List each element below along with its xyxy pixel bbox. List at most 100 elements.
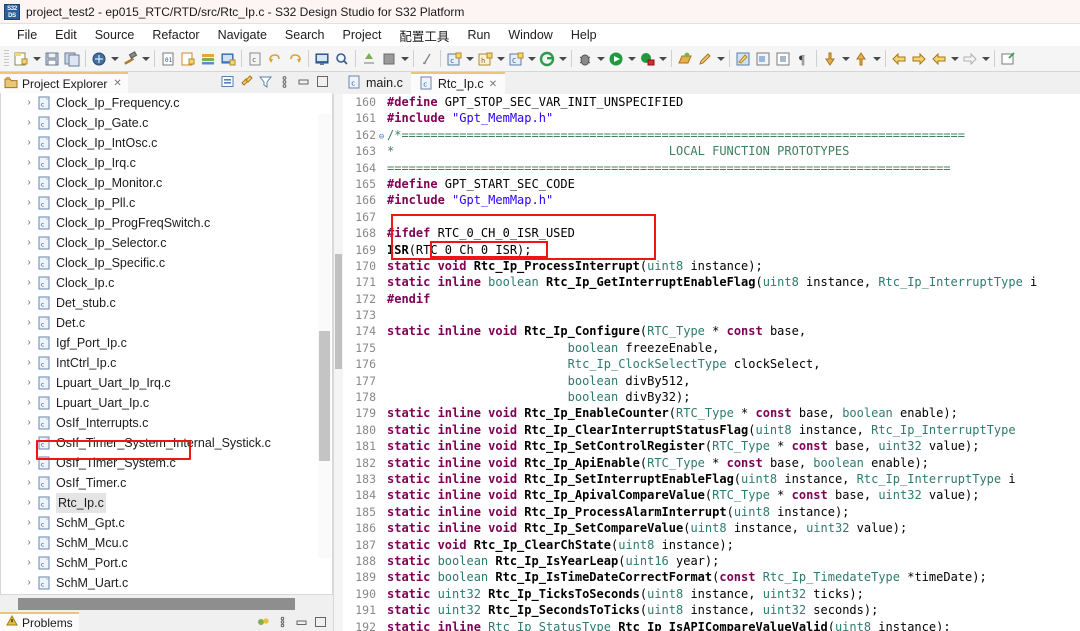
tree-item-file[interactable]: › c SchM_Mcu.c	[1, 533, 332, 553]
code-line[interactable]: 167	[343, 209, 1080, 225]
tree-item-file[interactable]: › c OsIf_Interrupts.c	[1, 413, 332, 433]
tree-item-file[interactable]: › c SchM_Port.c	[1, 553, 332, 573]
new-c-project-icon[interactable]	[178, 49, 198, 69]
build-hammer-dropdown-icon[interactable]	[140, 49, 151, 69]
maximize-icon[interactable]	[315, 74, 329, 88]
tree-vertical-scrollbar[interactable]	[318, 114, 331, 558]
tree-item-file[interactable]: › c Clock_Ip_Frequency.c	[1, 93, 332, 113]
tree-item-file[interactable]: › c Clock_Ip_Irq.c	[1, 153, 332, 173]
pencil-dropdown-icon[interactable]	[715, 49, 726, 69]
pilcrow-icon[interactable]: ¶	[793, 49, 813, 69]
toolbar-grip[interactable]	[4, 49, 9, 68]
chevron-right-icon[interactable]: ›	[21, 273, 37, 293]
link-with-editor-icon[interactable]	[239, 74, 253, 88]
tab-rtc-ip-c[interactable]: c Rtc_Ip.c ✕	[410, 72, 506, 94]
code-line[interactable]: 190 static uint32 Rtc_Ip_TicksToSeconds(u…	[343, 586, 1080, 602]
menu-project[interactable]: Project	[334, 26, 391, 44]
tree-item-file[interactable]: › c IntCtrl_Ip.c	[1, 353, 332, 373]
build-all-dropdown-icon[interactable]	[109, 49, 120, 69]
menu-refactor[interactable]: Refactor	[143, 26, 208, 44]
chevron-right-icon[interactable]: ›	[21, 513, 37, 533]
code-line[interactable]: 179 static inline void Rtc_Ip_EnableCount…	[343, 405, 1080, 421]
menu-search[interactable]: Search	[276, 26, 334, 44]
chevron-right-icon[interactable]: ›	[21, 93, 37, 113]
new-header-dropdown-icon[interactable]	[495, 49, 506, 69]
tree-vscroll-thumb[interactable]	[319, 331, 330, 461]
code-line[interactable]: 172 #endif	[343, 291, 1080, 307]
tree-hscroll-thumb[interactable]	[18, 598, 295, 610]
chevron-right-icon[interactable]: ›	[21, 153, 37, 173]
view-menu-icon[interactable]	[277, 74, 291, 88]
code-line[interactable]: 171 static inline boolean Rtc_Ip_GetInter…	[343, 274, 1080, 290]
tree-item-file[interactable]: › c Lpuart_Uart_Ip_Irq.c	[1, 373, 332, 393]
project-tree[interactable]: › c Clock_Ip_Frequency.c › c Clock_Ip_Gate.c ›…	[0, 93, 333, 595]
code-line[interactable]: 168 #ifdef RTC_0_CH_0_ISR_USED	[343, 225, 1080, 241]
code-line[interactable]: 166 #include "Gpt_MemMap.h"	[343, 192, 1080, 208]
code-line[interactable]: 177 boolean divBy512,	[343, 373, 1080, 389]
quick-access-icon[interactable]	[417, 49, 437, 69]
editor-vscroll-thumb[interactable]	[335, 254, 342, 369]
tree-item-file[interactable]: › c Igf_Port_Ip.c	[1, 333, 332, 353]
forward-dropdown-icon[interactable]	[980, 49, 991, 69]
code-line[interactable]: 192 static inline Rtc_Ip_StatusType Rtc_I…	[343, 619, 1080, 631]
code-line[interactable]: 161 #include "Gpt_MemMap.h"	[343, 110, 1080, 126]
pencil-icon[interactable]	[695, 49, 715, 69]
save-icon[interactable]	[42, 49, 62, 69]
tree-item-file[interactable]: › c Clock_Ip_Monitor.c	[1, 173, 332, 193]
code-line[interactable]: 175 boolean freezeEnable,	[343, 340, 1080, 356]
back-icon[interactable]	[929, 49, 949, 69]
chevron-right-icon[interactable]: ›	[21, 193, 37, 213]
back-history-icon[interactable]	[889, 49, 909, 69]
forward-icon[interactable]	[960, 49, 980, 69]
import-icon[interactable]	[359, 49, 379, 69]
bottom-filter-icon[interactable]	[256, 615, 270, 629]
code-line[interactable]: 176 Rtc_Ip_ClockSelectType clockSelect,	[343, 356, 1080, 372]
tree-item-file[interactable]: › c OsIf_Timer_System_Internal_Systick.c	[1, 433, 332, 453]
binary-file-icon[interactable]: 01	[158, 49, 178, 69]
previous-annotation-icon[interactable]	[851, 49, 871, 69]
tree-item-file[interactable]: › c Clock_Ip_Gate.c	[1, 113, 332, 133]
tree-item-file[interactable]: › c Clock_Ip_ProgFreqSwitch.c	[1, 213, 332, 233]
new-class-icon[interactable]: C	[506, 49, 526, 69]
new-project-icon[interactable]	[218, 49, 238, 69]
chevron-right-icon[interactable]: ›	[21, 593, 37, 594]
filter-icon[interactable]	[258, 74, 272, 88]
close-icon[interactable]: ✕	[113, 78, 121, 89]
code-line[interactable]: 184 static inline void Rtc_Ip_ApivalCompa…	[343, 487, 1080, 503]
code-line[interactable]: 186 static inline void Rtc_Ip_SetCompareV…	[343, 520, 1080, 536]
code-line[interactable]: 181 static inline void Rtc_Ip_SetControlR…	[343, 438, 1080, 454]
code-line[interactable]: 164 =====================================…	[343, 160, 1080, 176]
tree-item-file[interactable]: › c Rtc_Ip.c	[1, 493, 332, 513]
code-line[interactable]: 189 static boolean Rtc_Ip_IsTimeDateCorre…	[343, 569, 1080, 585]
c-source-file-icon[interactable]: c	[245, 49, 265, 69]
tree-item-file[interactable]: › c SchM_Gpt.c	[1, 513, 332, 533]
external-tools-dropdown-icon[interactable]	[657, 49, 668, 69]
chevron-right-icon[interactable]: ›	[21, 333, 37, 353]
tab-main-c[interactable]: c main.c	[339, 72, 411, 94]
chevron-right-icon[interactable]: ›	[21, 573, 37, 593]
close-icon[interactable]: ✕	[489, 79, 497, 90]
code-line[interactable]: 169 ISR(RTC_0_Ch_0_ISR);	[343, 242, 1080, 258]
code-lines[interactable]: 160 #define GPT_STOP_SEC_VAR_INIT_UNSPECI…	[343, 94, 1080, 631]
tree-item-file[interactable]: › c Det_stub.c	[1, 293, 332, 313]
console-icon[interactable]	[312, 49, 332, 69]
run-dropdown-icon[interactable]	[626, 49, 637, 69]
tab-project-explorer[interactable]: Project Explorer ✕	[0, 72, 128, 93]
new-cpp-file-dropdown-icon[interactable]	[464, 49, 475, 69]
collapse-all-icon[interactable]	[220, 74, 234, 88]
memory-dropdown-icon[interactable]	[399, 49, 410, 69]
menu-config-tools[interactable]: 配置工具	[390, 24, 458, 47]
chevron-right-icon[interactable]: ›	[21, 453, 37, 473]
new-window-icon[interactable]	[998, 49, 1018, 69]
new-cpp-class-icon[interactable]	[198, 49, 218, 69]
search-icon[interactable]	[332, 49, 352, 69]
chevron-right-icon[interactable]: ›	[21, 393, 37, 413]
editor-vertical-scrollbar[interactable]	[334, 94, 343, 631]
menu-window[interactable]: Window	[499, 26, 561, 44]
minimize-icon[interactable]	[296, 74, 310, 88]
code-editor[interactable]: 160 #define GPT_STOP_SEC_VAR_INIT_UNSPECI…	[333, 94, 1080, 631]
chevron-right-icon[interactable]: ›	[21, 213, 37, 233]
new-file-dropdown-icon[interactable]	[31, 49, 42, 69]
chevron-right-icon[interactable]: ›	[21, 473, 37, 493]
tree-item-file[interactable]: › c Clock_Ip_IntOsc.c	[1, 133, 332, 153]
